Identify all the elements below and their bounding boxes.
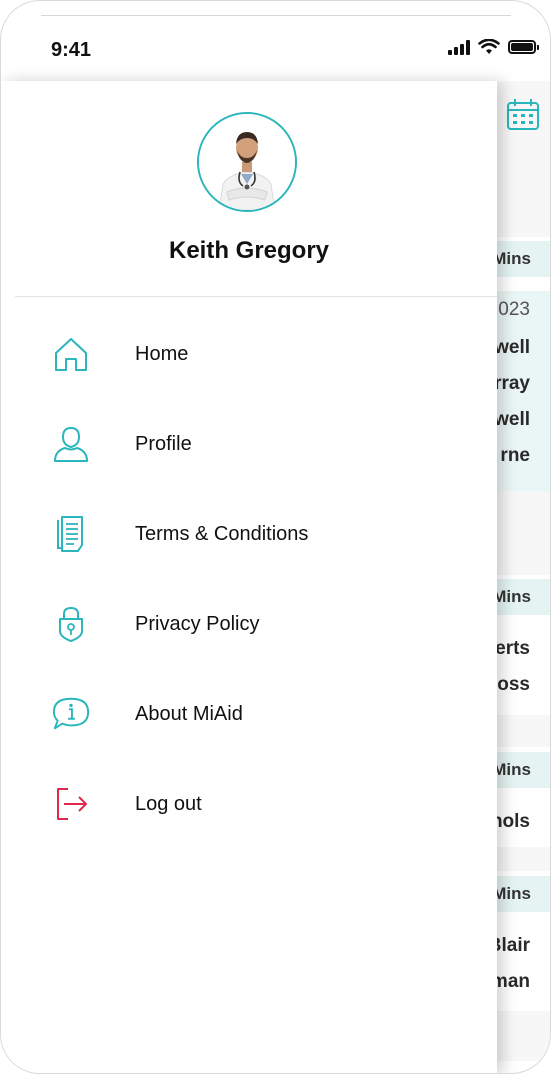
home-icon [51,334,91,374]
menu-item-privacy[interactable]: Privacy Policy [1,594,497,654]
doctor-avatar-icon [199,114,295,210]
menu-item-about[interactable]: About MiAid [1,684,497,744]
status-icons [448,39,539,55]
menu-label: Profile [135,432,192,455]
navigation-drawer: Keith Gregory Home Profile Terms & Condi… [1,81,497,1073]
phone-frame: 9:41 Mins 023 well rray well rne Mins er… [0,0,551,1074]
background-text: oss [497,674,530,695]
avatar[interactable] [197,112,297,212]
signal-icon [448,39,470,55]
battery-icon [508,40,539,54]
profile-icon [51,424,91,464]
info-icon [51,694,91,734]
drawer-divider [15,296,497,297]
menu-label: About MiAid [135,702,243,725]
document-icon [51,514,91,554]
calendar-icon[interactable] [506,97,540,131]
status-time: 9:41 [51,39,92,61]
background-text: 023 [498,299,530,320]
menu-label: Privacy Policy [135,612,260,635]
menu-label: Log out [135,792,202,815]
menu-item-terms[interactable]: Terms & Conditions [1,504,497,564]
background-text: well [494,409,530,430]
logout-icon [51,784,91,824]
menu-item-logout[interactable]: Log out [1,774,497,834]
background-text: erts [495,638,530,659]
menu-item-profile[interactable]: Profile [1,414,497,474]
user-name: Keith Gregory [168,237,330,264]
lock-icon [51,604,91,644]
menu-label: Terms & Conditions [135,522,309,545]
background-text: rne [500,445,530,466]
wifi-icon [478,39,500,54]
background-text: rray [494,373,530,394]
menu-item-home[interactable]: Home [1,324,497,384]
top-divider [41,15,511,16]
menu-label: Home [135,342,189,365]
background-text: well [494,337,530,358]
